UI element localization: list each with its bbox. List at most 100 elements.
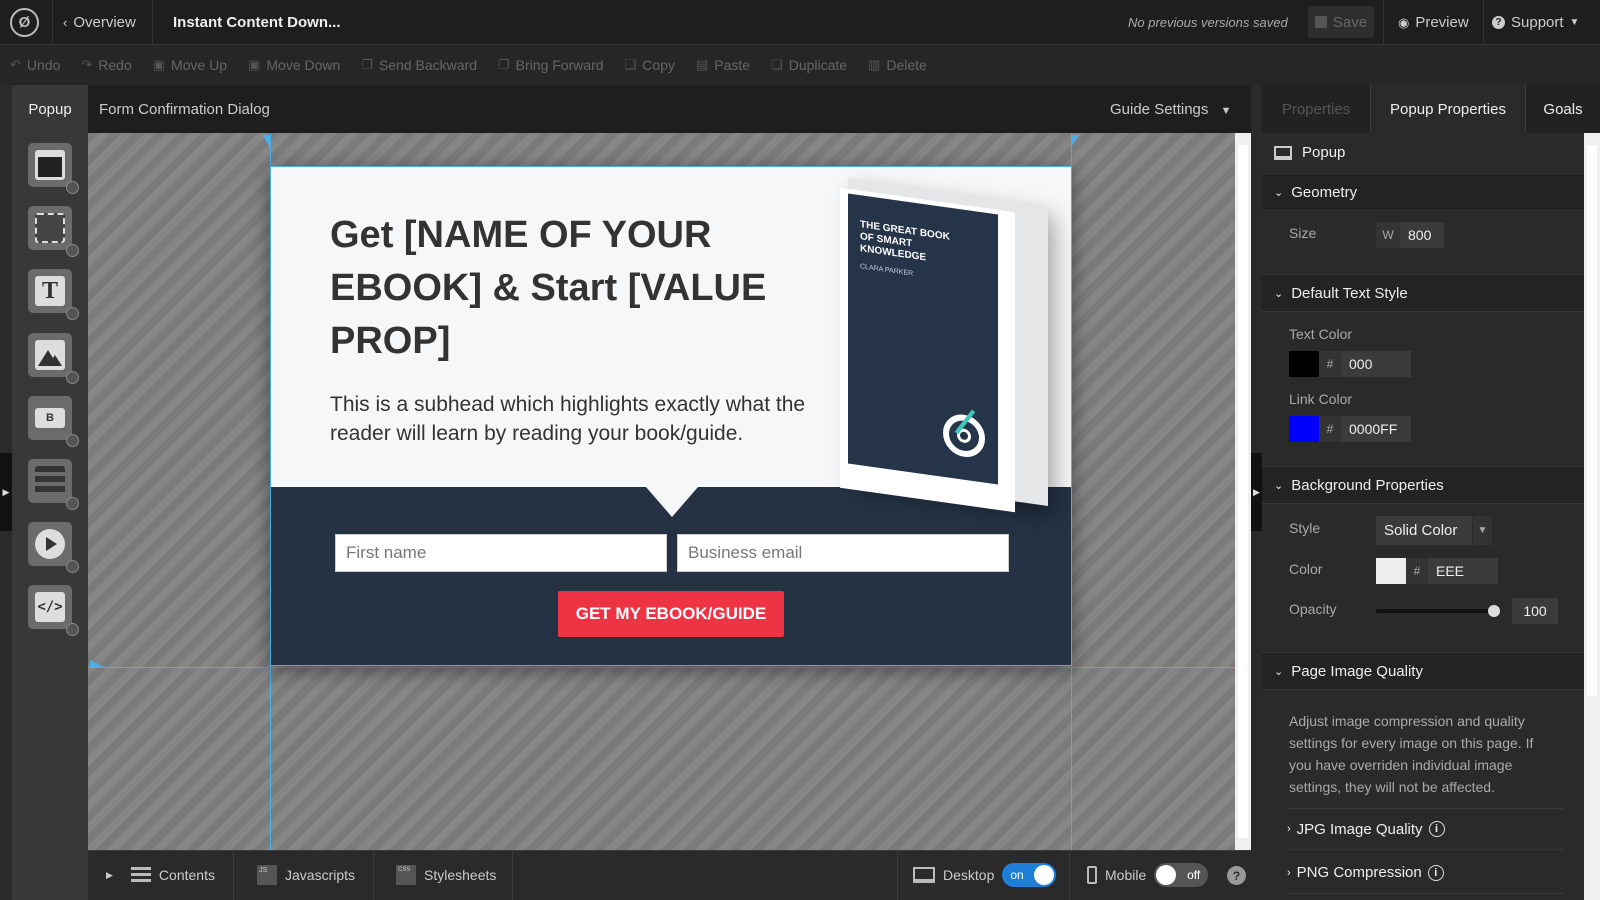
guide-settings-dropdown[interactable]: Guide Settings ▼ (1110, 101, 1231, 118)
divider (373, 850, 374, 900)
add-form-button[interactable] (28, 459, 79, 510)
style-select[interactable]: Solid Color ▼ (1376, 516, 1492, 545)
book-author: CLARA PARKER (860, 263, 914, 278)
move-up-button[interactable]: ▣ Move Up (153, 57, 227, 73)
link-color-swatch[interactable] (1289, 416, 1319, 442)
color-label: Color (1289, 561, 1323, 577)
caret-right-icon: ▶ (1253, 486, 1260, 497)
app-logo-icon[interactable]: Ø (10, 8, 39, 37)
paste-button[interactable]: ▤ Paste (696, 57, 750, 73)
popup-tab[interactable]: Popup (12, 85, 88, 133)
tab-popup-properties[interactable]: Popup Properties (1370, 85, 1526, 133)
properties-scrollbar[interactable] (1584, 133, 1600, 900)
opacity-label: Opacity (1289, 601, 1337, 617)
bring-forward-button[interactable]: ❐ Bring Forward (498, 57, 604, 73)
link-color-value[interactable]: 0000FF (1341, 416, 1411, 442)
duplicate-button[interactable]: ❏ Duplicate (771, 57, 847, 73)
text-color-value[interactable]: 000 (1341, 351, 1411, 377)
bg-color-value[interactable]: EEE (1428, 558, 1498, 584)
desktop-toggle-state: on (1010, 868, 1024, 882)
mobile-toggle[interactable]: off (1154, 863, 1209, 887)
preview-button[interactable]: ◉ Preview (1383, 0, 1484, 45)
get-ebook-button[interactable]: GET MY EBOOK/GUIDE (558, 591, 784, 637)
opacity-slider-knob[interactable] (1488, 605, 1500, 617)
page-title[interactable]: Instant Content Down... (173, 14, 340, 31)
support-button[interactable]: ? Support ▼ (1492, 0, 1579, 45)
background-section-header[interactable]: ⌄ Background Properties (1262, 466, 1584, 504)
right-panel-toggle[interactable]: ▶ (1251, 453, 1262, 531)
chevron-down-icon: ⌄ (1274, 665, 1284, 678)
add-section-button[interactable] (28, 143, 79, 194)
book-title: THE GREAT BOOK OF SMART KNOWLEDGE (860, 219, 950, 264)
add-video-button[interactable] (28, 522, 79, 573)
link-color-field[interactable]: # 0000FF (1289, 416, 1411, 442)
mobile-view-switch[interactable]: Mobile off (1087, 850, 1209, 900)
text-style-section-header[interactable]: ⌄ Default Text Style (1262, 274, 1584, 312)
width-prefix: W (1376, 222, 1400, 248)
add-button-element[interactable]: B (28, 396, 79, 447)
image-quality-section-header[interactable]: ⌄ Page Image Quality (1262, 652, 1584, 690)
add-box-button[interactable] (28, 206, 79, 257)
bg-color-swatch[interactable] (1376, 558, 1406, 584)
popup-preview[interactable]: Get [NAME OF YOUR EBOOK] & Start [VALUE … (270, 166, 1072, 666)
popup-name[interactable]: Form Confirmation Dialog (99, 101, 270, 118)
business-email-input[interactable]: Business email (677, 534, 1009, 572)
popup-subhead[interactable]: This is a subhead which highlights exact… (330, 390, 820, 448)
section-icon (35, 150, 65, 180)
width-value[interactable]: 800 (1400, 222, 1444, 248)
save-icon (1314, 16, 1327, 28)
help-icon[interactable]: ? (1227, 866, 1246, 885)
desktop-toggle[interactable]: on (1002, 863, 1057, 887)
guide-line-horizontal[interactable] (88, 667, 1235, 668)
png-compression-row[interactable]: › PNG Compression i (1287, 852, 1563, 894)
canvas-scrollbar[interactable] (1235, 133, 1251, 850)
divider (512, 850, 513, 900)
opacity-input[interactable]: 100 (1512, 598, 1558, 624)
tab-goals[interactable]: Goals (1526, 85, 1600, 133)
geometry-section-header[interactable]: ⌄ Geometry (1262, 173, 1584, 211)
js-file-icon: JS (257, 865, 277, 885)
divider (897, 850, 898, 900)
book-front-cover: THE GREAT BOOK OF SMART KNOWLEDGE CLARA … (848, 193, 998, 485)
support-label: Support (1511, 14, 1564, 31)
text-color-swatch[interactable] (1289, 351, 1319, 377)
code-icon: </> (35, 592, 65, 622)
save-button[interactable]: Save (1308, 6, 1374, 38)
move-down-button[interactable]: ▣ Move Down (248, 57, 340, 73)
canvas-scrollbar-thumb[interactable] (1238, 145, 1248, 838)
redo-icon: ↷ (81, 57, 93, 72)
list-icon (130, 867, 151, 883)
redo-button[interactable]: ↷ Redo (81, 57, 131, 73)
stylesheets-button[interactable]: CSS Stylesheets (396, 850, 496, 900)
target-logo-icon (943, 409, 985, 460)
bg-color-field[interactable]: # EEE (1376, 558, 1498, 584)
javascripts-button[interactable]: JS Javascripts (257, 850, 355, 900)
properties-scrollbar-thumb[interactable] (1587, 145, 1597, 696)
first-name-input[interactable]: First name (335, 534, 667, 572)
opacity-slider[interactable] (1376, 605, 1500, 617)
text-color-field[interactable]: # 000 (1289, 351, 1411, 377)
css-file-icon: CSS (396, 865, 416, 885)
info-icon[interactable]: i (1427, 864, 1444, 881)
send-backward-button[interactable]: ❐ Send Backward (361, 57, 477, 73)
overview-button[interactable]: ‹ Overview (52, 0, 153, 45)
width-field[interactable]: W 800 (1376, 222, 1444, 248)
contents-button[interactable]: ▶ Contents (106, 850, 215, 900)
add-text-button[interactable]: T (28, 269, 79, 320)
text-style-title: Default Text Style (1291, 284, 1408, 302)
desktop-view-switch[interactable]: Desktop on (913, 850, 1057, 900)
tab-properties[interactable]: Properties (1262, 85, 1370, 133)
add-image-button[interactable] (28, 333, 79, 384)
divider (233, 850, 234, 900)
add-custom-html-button[interactable]: </> (28, 585, 79, 636)
popup-headline[interactable]: Get [NAME OF YOUR EBOOK] & Start [VALUE … (330, 209, 770, 368)
hash-prefix: # (1319, 351, 1341, 377)
ebook-cover-image[interactable]: THE GREAT BOOK OF SMART KNOWLEDGE CLARA … (826, 177, 1066, 522)
undo-button[interactable]: ↶ Undo (10, 57, 60, 73)
copy-button[interactable]: ❏ Copy (625, 57, 675, 73)
info-icon[interactable]: i (1428, 821, 1445, 837)
geometry-title: Geometry (1291, 183, 1358, 201)
left-panel-toggle[interactable]: ▶ (0, 453, 12, 531)
delete-button[interactable]: ▥ Delete (868, 57, 927, 73)
jpg-quality-row[interactable]: › JPG Image Quality i (1287, 808, 1563, 850)
